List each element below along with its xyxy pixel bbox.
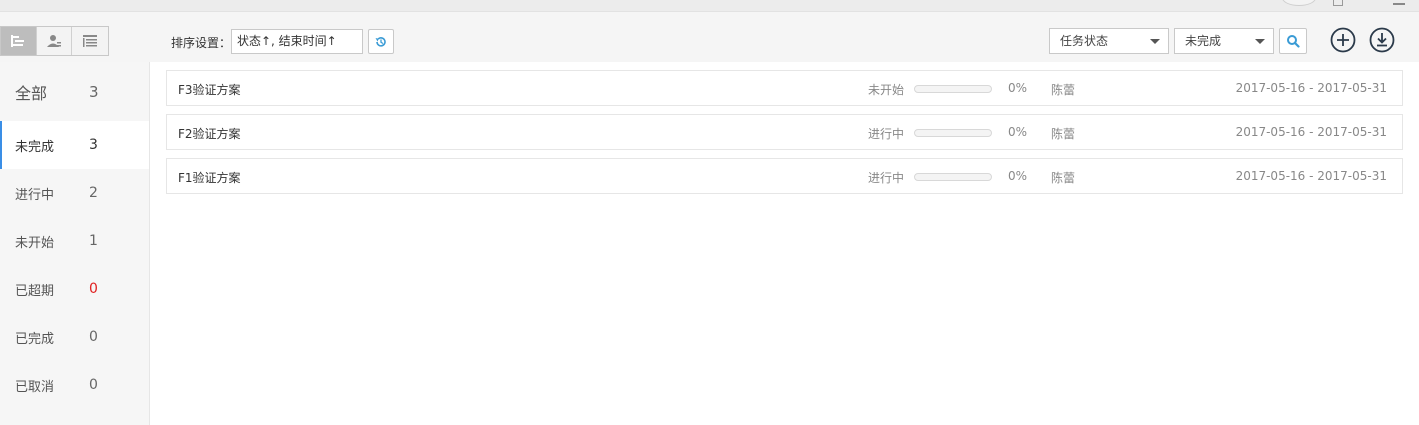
task-row[interactable]: F3验证方案 未开始 0% 陈蕾 2017-05-16 - 2017-05-31 — [166, 70, 1403, 106]
person-view-icon — [47, 35, 61, 47]
tree-view-button[interactable] — [1, 27, 37, 55]
list-view-icon — [83, 35, 98, 47]
sidebar-item-label: 未完成 — [15, 139, 55, 155]
task-progress-bar — [914, 129, 992, 137]
plus-circle-icon — [1330, 27, 1356, 53]
task-owner: 陈蕾 — [1051, 171, 1076, 185]
sort-setting-field[interactable]: 状态↑, 结束时间↑ — [231, 29, 363, 54]
sidebar-item-label: 进行中 — [15, 187, 55, 203]
task-owner: 陈蕾 — [1051, 127, 1076, 141]
download-circle-icon — [1369, 27, 1395, 53]
sidebar-item-all[interactable]: 全部 3 — [0, 62, 149, 121]
sidebar-item-not-started[interactable]: 未开始 1 — [0, 217, 149, 265]
sidebar-item-in-progress[interactable]: 进行中 2 — [0, 169, 149, 217]
completion-select[interactable]: 未完成 — [1174, 28, 1274, 54]
reset-icon — [375, 36, 386, 47]
sort-label: 排序设置： — [171, 36, 232, 50]
status-filter-sidebar: 全部 3 未完成 3 进行中 2 未开始 1 已超期 0 已完成 0 已取消 0 — [0, 62, 150, 425]
task-progress-bar — [914, 173, 992, 181]
toolbar: 排序设置： 状态↑, 结束时间↑ 任务状态 未完成 — [0, 12, 1419, 62]
task-progress-label: 0% — [1008, 169, 1028, 183]
sidebar-item-label: 已完成 — [15, 331, 55, 347]
search-button[interactable] — [1279, 28, 1307, 54]
task-progress-bar — [914, 85, 992, 93]
task-dates: 2017-05-16 - 2017-05-31 — [1235, 81, 1387, 95]
task-row[interactable]: F1验证方案 进行中 0% 陈蕾 2017-05-16 - 2017-05-31 — [166, 158, 1403, 194]
task-status: 未开始 — [868, 83, 905, 97]
sidebar-item-count: 3 — [89, 82, 99, 101]
sidebar-item-overdue[interactable]: 已超期 0 — [0, 265, 149, 313]
task-name[interactable]: F2验证方案 — [178, 125, 241, 142]
task-progress-label: 0% — [1008, 81, 1028, 95]
search-icon — [1287, 35, 1300, 48]
task-row[interactable]: F2验证方案 进行中 0% 陈蕾 2017-05-16 - 2017-05-31 — [166, 114, 1403, 150]
top-round-control[interactable] — [1282, 0, 1316, 6]
sidebar-item-count: 1 — [89, 233, 98, 249]
sidebar-item-label: 已取消 — [15, 379, 55, 395]
task-status: 进行中 — [868, 127, 905, 141]
sidebar-item-count: 0 — [89, 329, 98, 345]
sidebar-item-label: 全部 — [15, 83, 48, 103]
sidebar-item-incomplete[interactable]: 未完成 3 — [0, 121, 149, 169]
add-task-button[interactable] — [1330, 27, 1356, 53]
sidebar-item-label: 已超期 — [15, 283, 55, 299]
task-owner: 陈蕾 — [1051, 83, 1076, 97]
top-square-icon[interactable] — [1333, 0, 1343, 6]
top-settings-icon[interactable] — [1393, 0, 1405, 5]
list-view-button[interactable] — [72, 27, 108, 55]
tree-view-icon — [11, 35, 25, 47]
task-status-select[interactable]: 任务状态 — [1049, 28, 1169, 54]
completion-select-value: 未完成 — [1185, 34, 1222, 48]
task-progress-label: 0% — [1008, 125, 1028, 139]
sidebar-item-count: 0 — [89, 377, 98, 393]
task-dates: 2017-05-16 - 2017-05-31 — [1235, 169, 1387, 183]
chevron-down-icon — [1150, 39, 1160, 44]
task-dates: 2017-05-16 - 2017-05-31 — [1235, 125, 1387, 139]
task-name[interactable]: F1验证方案 — [178, 169, 241, 186]
task-name[interactable]: F3验证方案 — [178, 81, 241, 98]
sidebar-item-count: 3 — [89, 137, 98, 153]
sidebar-item-cancelled[interactable]: 已取消 0 — [0, 361, 149, 409]
view-switcher — [0, 26, 109, 56]
sidebar-item-count: 0 — [89, 281, 98, 297]
export-button[interactable] — [1369, 27, 1395, 53]
chevron-down-icon — [1255, 39, 1265, 44]
task-status-select-value: 任务状态 — [1060, 34, 1109, 48]
person-view-button[interactable] — [36, 27, 73, 55]
sidebar-item-count: 2 — [89, 185, 98, 201]
sidebar-item-label: 未开始 — [15, 235, 55, 251]
reset-sort-button[interactable] — [368, 29, 394, 54]
sidebar-item-completed[interactable]: 已完成 0 — [0, 313, 149, 361]
task-status: 进行中 — [868, 171, 905, 185]
window-top-strip — [0, 0, 1419, 12]
